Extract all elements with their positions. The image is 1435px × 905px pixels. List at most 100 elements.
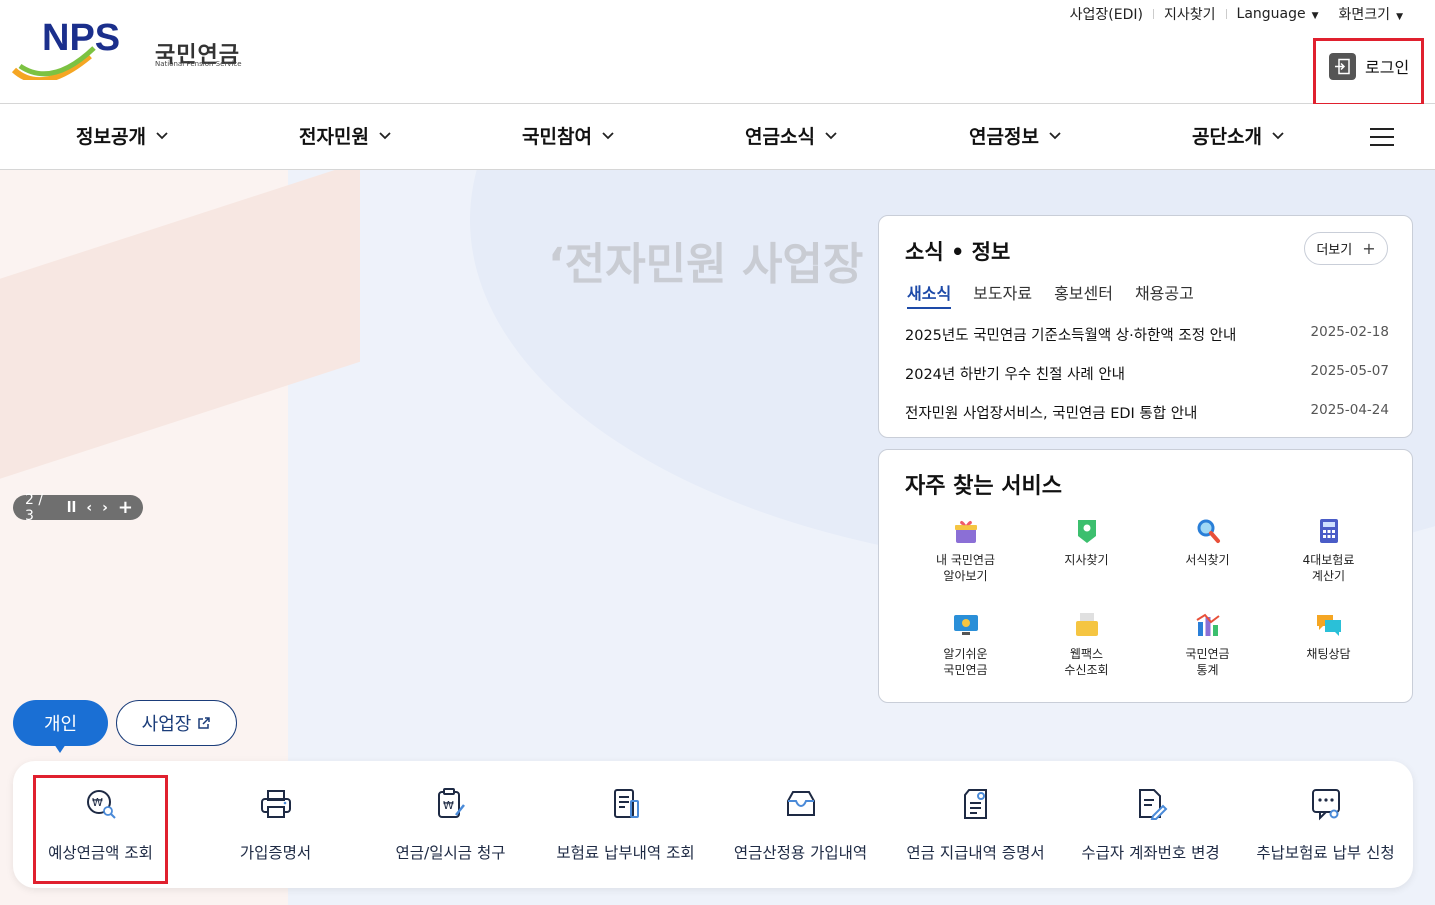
- chevron-down-icon: [1049, 131, 1061, 139]
- nps-logo[interactable]: NPS 국민연금 National Pension Service: [11, 17, 242, 84]
- slide-page-indicator: 2 / 3: [25, 491, 44, 524]
- news-item[interactable]: 2025년도 국민연금 기준소득월액 상·하한액 조정 안내 2025-02-18: [905, 324, 1389, 363]
- quick-item-membership-cert[interactable]: 가입증명서: [188, 761, 363, 888]
- quick-item-enrollment-history[interactable]: 연금산정용 가입내역: [713, 761, 888, 888]
- prev-icon[interactable]: ‹: [86, 500, 92, 516]
- quick-menu: ₩ 예상연금액 조회 가입증명서 ₩ 연금/일시금 청구 보험료 납부내역 조회…: [13, 761, 1413, 888]
- chat-doc-icon: [1311, 789, 1340, 821]
- chart-icon: [1195, 613, 1220, 636]
- chevron-down-icon: [156, 131, 168, 139]
- news-item[interactable]: 2024년 하반기 우수 친절 사례 안내 2025-05-07: [905, 363, 1389, 402]
- gnb-item-eservice[interactable]: 전자민원: [299, 122, 391, 149]
- service-branch-finder[interactable]: 지사찾기: [1026, 516, 1147, 610]
- service-chat-consult[interactable]: 채팅상담: [1268, 610, 1389, 704]
- clipboard-won-icon: ₩: [437, 788, 465, 818]
- news-card: 소식 • 정보 더보기 + 새소식 보도자료 홍보센터 채용공고 2025년도 국…: [878, 215, 1413, 438]
- printer-icon: [260, 790, 291, 818]
- news-item-date: 2025-05-07: [1310, 363, 1389, 379]
- logo-english: National Pension Service: [155, 60, 242, 68]
- gift-icon: [954, 520, 977, 543]
- plus-icon: +: [1362, 239, 1376, 258]
- news-item-title: 2025년도 국민연금 기준소득월액 상·하한액 조정 안내: [905, 328, 1237, 344]
- quick-item-label: 보험료 납부내역 조회: [556, 844, 695, 862]
- external-link-icon: [198, 717, 211, 729]
- chevron-down-icon: [1272, 131, 1284, 139]
- tab-business-label: 사업장: [141, 714, 192, 735]
- service-label: 내 국민연금 알아보기: [935, 553, 995, 583]
- quick-item-account-change[interactable]: 수급자 계좌번호 변경: [1063, 761, 1238, 888]
- news-item-date: 2025-04-24: [1310, 402, 1389, 418]
- logo-text: NPS: [42, 18, 120, 59]
- caret-down-icon: ▼: [1311, 11, 1319, 21]
- quick-item-label: 수급자 계좌번호 변경: [1081, 844, 1220, 862]
- pause-icon[interactable]: ll: [67, 500, 77, 516]
- screen-size-select[interactable]: 화면크기 ▼: [1329, 4, 1413, 24]
- quick-item-pension-claim[interactable]: ₩ 연금/일시금 청구: [363, 761, 538, 888]
- gnb-item-news[interactable]: 연금소식: [745, 122, 837, 149]
- nps-logo-mark: NPS: [11, 17, 120, 84]
- tab-recruit[interactable]: 채용공고: [1135, 280, 1194, 309]
- service-easy-pension[interactable]: 알기쉬운 국민연금: [905, 610, 1026, 704]
- gnb-item-info[interactable]: 정보공개: [76, 122, 168, 149]
- svg-text:₩: ₩: [443, 799, 454, 812]
- news-item-title: 2024년 하반기 우수 친절 사례 안내: [905, 367, 1126, 383]
- service-insurance-calculator[interactable]: 4대보험료 계산기: [1268, 516, 1389, 610]
- next-icon[interactable]: ›: [102, 500, 108, 516]
- quick-item-payment-history[interactable]: 보험료 납부내역 조회: [538, 761, 713, 888]
- service-label: 채팅상담: [1306, 647, 1351, 661]
- quick-item-payment-cert[interactable]: 연금 지급내역 증명서: [888, 761, 1063, 888]
- gnb-label: 연금소식: [745, 126, 815, 148]
- service-label: 국민연금 통계: [1185, 647, 1230, 677]
- banner-title: ‘전자민원 사업장: [548, 239, 864, 290]
- active-tab-pointer: [54, 744, 66, 753]
- news-item[interactable]: 전자민원 사업장서비스, 국민연금 EDI 통합 안내 2025-04-24: [905, 402, 1389, 441]
- util-link-edi[interactable]: 사업장(EDI): [1060, 4, 1153, 24]
- expected-pension-highlight: [33, 775, 168, 884]
- service-statistics[interactable]: 국민연금 통계: [1147, 610, 1268, 704]
- news-tabs: 새소식 보도자료 홍보센터 채용공고: [907, 280, 1216, 309]
- document-edit-icon: [1138, 789, 1167, 820]
- quick-item-supplementary-payment[interactable]: 추납보험료 납부 신청: [1238, 761, 1413, 888]
- language-select[interactable]: Language ▼: [1227, 6, 1329, 22]
- monitor-icon: [953, 615, 978, 635]
- news-item-date: 2025-02-18: [1310, 324, 1389, 340]
- tab-business[interactable]: 사업장: [116, 700, 237, 746]
- location-pin-icon: [1077, 520, 1096, 543]
- news-item-title: 전자민원 사업장서비스, 국민연금 EDI 통합 안내: [905, 406, 1198, 422]
- chat-icon: [1316, 615, 1341, 636]
- services-title: 자주 찾는 서비스: [905, 474, 1062, 499]
- inbox-icon: [786, 791, 815, 816]
- slider-controls: 2 / 3 ll ‹ › +: [13, 492, 143, 524]
- tab-press[interactable]: 보도자료: [973, 280, 1032, 309]
- plus-icon[interactable]: +: [118, 497, 133, 518]
- tab-person[interactable]: 개인: [13, 700, 108, 746]
- site-header: NPS 국민연금 National Pension Service 사업장(ED…: [0, 0, 1435, 104]
- service-my-pension[interactable]: 내 국민연금 알아보기: [905, 516, 1026, 610]
- calculator-icon: [1319, 519, 1338, 543]
- tab-promotion[interactable]: 홍보센터: [1054, 280, 1113, 309]
- services-grid: 내 국민연금 알아보기 지사찾기 서식찾기 4대보험료 계산기 알기쉬운 국민연…: [905, 516, 1389, 704]
- gnb-item-participation[interactable]: 국민참여: [522, 122, 614, 149]
- tab-new[interactable]: 새소식: [907, 280, 952, 309]
- chevron-down-icon: [602, 131, 614, 139]
- news-list: 2025년도 국민연금 기준소득월액 상·하한액 조정 안내 2025-02-18…: [905, 324, 1389, 441]
- chevron-down-icon: [825, 131, 837, 139]
- service-webfax[interactable]: 웹팩스 수신조회: [1026, 610, 1147, 704]
- quick-item-label: 연금산정용 가입내역: [733, 844, 868, 862]
- global-nav: 정보공개 전자민원 국민참여 연금소식 연금정보 공단소개: [0, 104, 1435, 170]
- util-link-branch[interactable]: 지사찾기: [1154, 4, 1226, 24]
- gnb-item-pension-info[interactable]: 연금정보: [969, 122, 1061, 149]
- gnb-label: 연금정보: [969, 126, 1039, 148]
- quick-item-label: 가입증명서: [239, 844, 312, 862]
- screen-size-label: 화면크기: [1338, 7, 1391, 23]
- chevron-down-icon: [379, 131, 391, 139]
- gnb-item-about[interactable]: 공단소개: [1192, 122, 1284, 149]
- hamburger-menu-icon[interactable]: [1370, 128, 1394, 146]
- more-button[interactable]: 더보기 +: [1304, 232, 1388, 265]
- service-form-finder[interactable]: 서식찾기: [1147, 516, 1268, 610]
- quick-item-label: 추납보험료 납부 신청: [1256, 844, 1395, 862]
- document-list-icon: [613, 789, 639, 818]
- certificate-icon: [963, 789, 987, 819]
- language-label: Language: [1236, 6, 1306, 22]
- quick-item-label: 연금/일시금 청구: [395, 844, 506, 862]
